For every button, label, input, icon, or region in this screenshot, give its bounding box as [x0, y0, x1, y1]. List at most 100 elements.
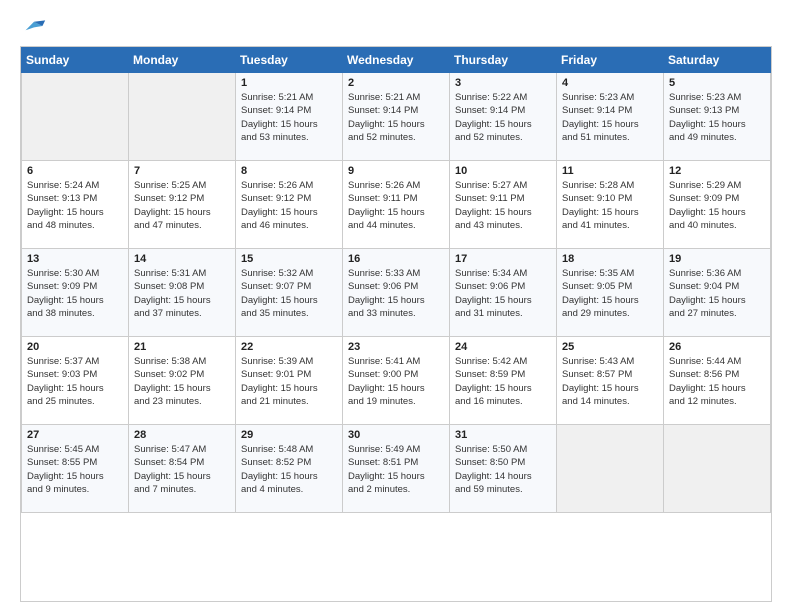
day-number: 11 [562, 165, 658, 177]
day-info: Sunrise: 5:35 AM Sunset: 9:05 PM Dayligh… [562, 267, 658, 320]
calendar-cell: 4 Sunrise: 5:23 AM Sunset: 9:14 PM Daylig… [557, 73, 664, 161]
calendar-cell: 7 Sunrise: 5:25 AM Sunset: 9:12 PM Daylig… [129, 161, 236, 249]
day-info: Sunrise: 5:22 AM Sunset: 9:14 PM Dayligh… [455, 91, 551, 144]
day-info: Sunrise: 5:33 AM Sunset: 9:06 PM Dayligh… [348, 267, 444, 320]
day-number: 31 [455, 429, 551, 441]
weekday-header: Saturday [664, 48, 771, 73]
day-info: Sunrise: 5:29 AM Sunset: 9:09 PM Dayligh… [669, 179, 765, 232]
day-number: 8 [241, 165, 337, 177]
calendar-cell: 9Sunrise: 5:26 AM Sunset: 9:11 PM Daylig… [343, 161, 450, 249]
calendar-cell: 3 Sunrise: 5:22 AM Sunset: 9:14 PM Daylig… [450, 73, 557, 161]
calendar-cell: 14 Sunrise: 5:31 AM Sunset: 9:08 PM Dayli… [129, 249, 236, 337]
day-info: Sunrise: 5:43 AM Sunset: 8:57 PM Dayligh… [562, 355, 658, 408]
calendar-cell [22, 73, 129, 161]
day-info: Sunrise: 5:36 AM Sunset: 9:04 PM Dayligh… [669, 267, 765, 320]
weekday-header: Friday [557, 48, 664, 73]
day-info: Sunrise: 5:23 AM Sunset: 9:13 PM Dayligh… [669, 91, 765, 144]
day-number: 16 [348, 253, 444, 265]
day-info: Sunrise: 5:47 AM Sunset: 8:54 PM Dayligh… [134, 443, 230, 496]
day-number: 20 [27, 341, 123, 353]
weekday-header: Thursday [450, 48, 557, 73]
weekday-header: Tuesday [236, 48, 343, 73]
calendar-header: SundayMondayTuesdayWednesdayThursdayFrid… [22, 48, 771, 73]
day-number: 6 [27, 165, 123, 177]
day-number: 18 [562, 253, 658, 265]
day-info: Sunrise: 5:21 AM Sunset: 9:14 PM Dayligh… [241, 91, 337, 144]
day-info: Sunrise: 5:30 AM Sunset: 9:09 PM Dayligh… [27, 267, 123, 320]
calendar-cell: 28 Sunrise: 5:47 AM Sunset: 8:54 PM Dayli… [129, 425, 236, 513]
calendar-cell: 16 Sunrise: 5:33 AM Sunset: 9:06 PM Dayli… [343, 249, 450, 337]
calendar-cell: 12Sunrise: 5:29 AM Sunset: 9:09 PM Dayli… [664, 161, 771, 249]
day-info: Sunrise: 5:39 AM Sunset: 9:01 PM Dayligh… [241, 355, 337, 408]
calendar-cell: 6 Sunrise: 5:24 AM Sunset: 9:13 PM Daylig… [22, 161, 129, 249]
day-info: Sunrise: 5:21 AM Sunset: 9:14 PM Dayligh… [348, 91, 444, 144]
day-info: Sunrise: 5:25 AM Sunset: 9:12 PM Dayligh… [134, 179, 230, 232]
calendar-cell: 15 Sunrise: 5:32 AM Sunset: 9:07 PM Dayli… [236, 249, 343, 337]
day-info: Sunrise: 5:26 AM Sunset: 9:12 PM Dayligh… [241, 179, 337, 232]
day-info: Sunrise: 5:31 AM Sunset: 9:08 PM Dayligh… [134, 267, 230, 320]
day-number: 2 [348, 77, 444, 89]
calendar-cell: 29 Sunrise: 5:48 AM Sunset: 8:52 PM Dayli… [236, 425, 343, 513]
calendar-cell: 26 Sunrise: 5:44 AM Sunset: 8:56 PM Dayli… [664, 337, 771, 425]
calendar-cell: 31 Sunrise: 5:50 AM Sunset: 8:50 PM Dayli… [450, 425, 557, 513]
calendar-body: 1 Sunrise: 5:21 AM Sunset: 9:14 PM Daylig… [22, 73, 771, 513]
weekday-header: Wednesday [343, 48, 450, 73]
day-info: Sunrise: 5:38 AM Sunset: 9:02 PM Dayligh… [134, 355, 230, 408]
day-info: Sunrise: 5:42 AM Sunset: 8:59 PM Dayligh… [455, 355, 551, 408]
day-number: 4 [562, 77, 658, 89]
calendar-cell: 24 Sunrise: 5:42 AM Sunset: 8:59 PM Dayli… [450, 337, 557, 425]
day-number: 5 [669, 77, 765, 89]
calendar-cell [664, 425, 771, 513]
calendar-cell: 20 Sunrise: 5:37 AM Sunset: 9:03 PM Dayli… [22, 337, 129, 425]
day-number: 15 [241, 253, 337, 265]
day-number: 19 [669, 253, 765, 265]
day-info: Sunrise: 5:27 AM Sunset: 9:11 PM Dayligh… [455, 179, 551, 232]
weekday-header: Sunday [22, 48, 129, 73]
calendar-cell: 10 Sunrise: 5:27 AM Sunset: 9:11 PM Dayli… [450, 161, 557, 249]
calendar-cell: 5 Sunrise: 5:23 AM Sunset: 9:13 PM Daylig… [664, 73, 771, 161]
calendar-cell: 2 Sunrise: 5:21 AM Sunset: 9:14 PM Daylig… [343, 73, 450, 161]
day-info: Sunrise: 5:41 AM Sunset: 9:00 PM Dayligh… [348, 355, 444, 408]
calendar-cell: 18 Sunrise: 5:35 AM Sunset: 9:05 PM Dayli… [557, 249, 664, 337]
day-info: Sunrise: 5:28 AM Sunset: 9:10 PM Dayligh… [562, 179, 658, 232]
calendar-cell: 1 Sunrise: 5:21 AM Sunset: 9:14 PM Daylig… [236, 73, 343, 161]
calendar-cell: 27 Sunrise: 5:45 AM Sunset: 8:55 PM Dayli… [22, 425, 129, 513]
day-info: Sunrise: 5:23 AM Sunset: 9:14 PM Dayligh… [562, 91, 658, 144]
day-info: Sunrise: 5:26 AM Sunset: 9:11 PM Dayligh… [348, 179, 444, 232]
calendar-cell [557, 425, 664, 513]
day-info: Sunrise: 5:32 AM Sunset: 9:07 PM Dayligh… [241, 267, 337, 320]
calendar-cell [129, 73, 236, 161]
day-info: Sunrise: 5:50 AM Sunset: 8:50 PM Dayligh… [455, 443, 551, 496]
day-info: Sunrise: 5:45 AM Sunset: 8:55 PM Dayligh… [27, 443, 123, 496]
day-number: 23 [348, 341, 444, 353]
day-number: 1 [241, 77, 337, 89]
calendar-cell: 17Sunrise: 5:34 AM Sunset: 9:06 PM Dayli… [450, 249, 557, 337]
calendar-cell: 11 Sunrise: 5:28 AM Sunset: 9:10 PM Dayli… [557, 161, 664, 249]
day-number: 3 [455, 77, 551, 89]
calendar-cell: 21 Sunrise: 5:38 AM Sunset: 9:02 PM Dayli… [129, 337, 236, 425]
calendar-cell: 19 Sunrise: 5:36 AM Sunset: 9:04 PM Dayli… [664, 249, 771, 337]
day-number: 29 [241, 429, 337, 441]
day-number: 24 [455, 341, 551, 353]
day-info: Sunrise: 5:44 AM Sunset: 8:56 PM Dayligh… [669, 355, 765, 408]
calendar-cell: 8 Sunrise: 5:26 AM Sunset: 9:12 PM Daylig… [236, 161, 343, 249]
calendar-cell: 13Sunrise: 5:30 AM Sunset: 9:09 PM Dayli… [22, 249, 129, 337]
day-number: 26 [669, 341, 765, 353]
header [20, 16, 772, 36]
calendar-cell: 25 Sunrise: 5:43 AM Sunset: 8:57 PM Dayli… [557, 337, 664, 425]
day-number: 7 [134, 165, 230, 177]
day-number: 21 [134, 341, 230, 353]
day-info: Sunrise: 5:34 AM Sunset: 9:06 PM Dayligh… [455, 267, 551, 320]
day-number: 14 [134, 253, 230, 265]
calendar-cell: 22Sunrise: 5:39 AM Sunset: 9:01 PM Dayli… [236, 337, 343, 425]
day-number: 27 [27, 429, 123, 441]
day-number: 10 [455, 165, 551, 177]
day-number: 30 [348, 429, 444, 441]
calendar-cell: 23 Sunrise: 5:41 AM Sunset: 9:00 PM Dayli… [343, 337, 450, 425]
day-info: Sunrise: 5:48 AM Sunset: 8:52 PM Dayligh… [241, 443, 337, 496]
day-number: 25 [562, 341, 658, 353]
day-number: 28 [134, 429, 230, 441]
day-info: Sunrise: 5:37 AM Sunset: 9:03 PM Dayligh… [27, 355, 123, 408]
logo [20, 16, 50, 36]
day-info: Sunrise: 5:24 AM Sunset: 9:13 PM Dayligh… [27, 179, 123, 232]
